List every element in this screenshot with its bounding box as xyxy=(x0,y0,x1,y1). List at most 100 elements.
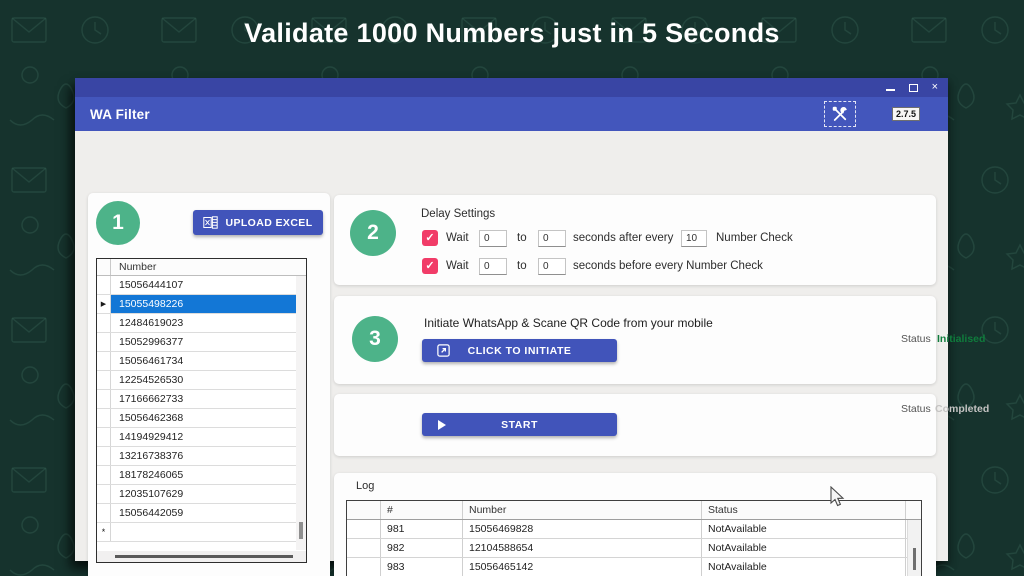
number-row[interactable]: 12484619023 xyxy=(97,314,306,333)
log-row-header-cell[interactable] xyxy=(347,520,381,538)
log-col-number[interactable]: Number xyxy=(463,501,702,519)
vscroll-thumb[interactable] xyxy=(299,522,303,539)
number-row[interactable]: 13216738376 xyxy=(97,447,306,466)
settings-tools-button[interactable] xyxy=(824,101,856,127)
number-row[interactable]: 12254526530 xyxy=(97,371,306,390)
delay-before-to-input[interactable] xyxy=(538,258,566,275)
row-header-cell[interactable] xyxy=(97,333,111,351)
row-header-cell[interactable] xyxy=(97,504,111,522)
number-row[interactable]: 15056462368 xyxy=(97,409,306,428)
mouse-cursor xyxy=(830,486,846,508)
number-row[interactable]: 12035107629 xyxy=(97,485,306,504)
number-row[interactable]: 15056461734 xyxy=(97,352,306,371)
minimize-icon[interactable] xyxy=(886,89,895,91)
log-vscrollbar[interactable] xyxy=(907,520,921,576)
number-cell[interactable]: 12484619023 xyxy=(111,314,296,332)
log-col-status[interactable]: Status xyxy=(702,501,906,519)
start-card: START Status Completed xyxy=(334,394,936,456)
start-button[interactable]: START xyxy=(422,413,617,436)
row-header-cell[interactable]: ▶ xyxy=(97,295,111,313)
number-cell[interactable]: 17166662733 xyxy=(111,390,296,408)
number-cell[interactable]: 18178246065 xyxy=(111,466,296,484)
number-cell[interactable]: 15056444107 xyxy=(111,276,296,294)
log-row[interactable]: 98315056465142NotAvailable xyxy=(347,558,921,576)
new-row-cell[interactable] xyxy=(111,523,296,541)
log-cell[interactable]: 15056465142 xyxy=(463,558,702,576)
number-row[interactable]: ▶15055498226 xyxy=(97,295,306,314)
log-cell[interactable]: NotAvailable xyxy=(702,558,906,576)
new-row-marker: * xyxy=(97,523,111,541)
number-row[interactable]: 15056444107 xyxy=(97,276,306,295)
row-header-cell[interactable] xyxy=(97,314,111,332)
upload-excel-button[interactable]: UPLOAD EXCEL xyxy=(193,210,323,235)
hscroll-thumb[interactable] xyxy=(115,555,293,558)
row-header-cell[interactable] xyxy=(97,371,111,389)
wait-after-checkbox[interactable]: ✓ xyxy=(422,230,438,246)
row-header-cell[interactable] xyxy=(97,447,111,465)
log-cell[interactable]: 981 xyxy=(381,520,463,538)
number-cell[interactable]: 15052996377 xyxy=(111,333,296,351)
log-cell[interactable]: 15056469828 xyxy=(463,520,702,538)
number-row[interactable]: 17166662733 xyxy=(97,390,306,409)
upload-excel-label: UPLOAD EXCEL xyxy=(225,217,312,229)
number-cell[interactable]: 12035107629 xyxy=(111,485,296,503)
log-cell[interactable]: 983 xyxy=(381,558,463,576)
row-header-cell[interactable] xyxy=(97,428,111,446)
initiate-status-label: Status xyxy=(901,333,931,345)
number-row[interactable]: 14194929412 xyxy=(97,428,306,447)
log-row-header-cell[interactable] xyxy=(347,539,381,557)
number-row[interactable]: 18178246065 xyxy=(97,466,306,485)
number-check-count-input[interactable] xyxy=(681,230,707,247)
row-header-cell[interactable] xyxy=(97,276,111,294)
numbers-grid[interactable]: Number 15056444107▶150554982261248461902… xyxy=(96,258,307,563)
initiate-status-value: Initialised xyxy=(937,333,985,345)
log-cell[interactable]: NotAvailable xyxy=(702,520,906,538)
log-col-num[interactable]: # xyxy=(381,501,463,519)
step-1-badge: 1 xyxy=(96,201,140,245)
wait-before-label: Wait xyxy=(446,260,469,272)
check-icon: ✓ xyxy=(425,260,434,272)
app-toolbar: WA Filter 2.7.5 xyxy=(75,97,948,131)
delay-settings-card: 2 Delay Settings ✓ Wait to seconds after… xyxy=(334,195,936,285)
delay-before-from-input[interactable] xyxy=(479,258,507,275)
log-table[interactable]: # Number Status 98115056469828NotAvailab… xyxy=(346,500,922,576)
log-cell[interactable]: NotAvailable xyxy=(702,539,906,557)
delay-after-to-input[interactable] xyxy=(538,230,566,247)
start-status-value: Completed xyxy=(935,403,989,415)
log-row[interactable]: 98212104588654NotAvailable xyxy=(347,539,921,558)
log-row-header-cell[interactable] xyxy=(347,558,381,576)
row-header-cell[interactable] xyxy=(97,352,111,370)
number-row[interactable]: 15052996377 xyxy=(97,333,306,352)
number-cell[interactable]: 14194929412 xyxy=(111,428,296,446)
log-cell[interactable]: 12104588654 xyxy=(463,539,702,557)
number-cell[interactable]: 13216738376 xyxy=(111,447,296,465)
start-status-label: Status xyxy=(901,403,931,415)
row-header-cell[interactable] xyxy=(97,390,111,408)
row-header-cell[interactable] xyxy=(97,466,111,484)
numbers-grid-hscrollbar[interactable] xyxy=(97,551,306,562)
log-table-body: 98115056469828NotAvailable98212104588654… xyxy=(347,520,921,576)
maximize-icon[interactable] xyxy=(909,84,918,92)
number-row[interactable]: 15056442059 xyxy=(97,504,306,523)
log-cell[interactable]: 982 xyxy=(381,539,463,557)
window-control-strip: × xyxy=(75,78,948,97)
delay-after-from-input[interactable] xyxy=(479,230,507,247)
page-title: Validate 1000 Numbers just in 5 Seconds xyxy=(0,18,1024,49)
row-header-cell[interactable] xyxy=(97,485,111,503)
number-cell[interactable]: 15056461734 xyxy=(111,352,296,370)
number-cell[interactable]: 12254526530 xyxy=(111,371,296,389)
wait-after-label: Wait xyxy=(446,232,469,244)
log-row[interactable]: 98115056469828NotAvailable xyxy=(347,520,921,539)
new-row[interactable]: * xyxy=(97,523,306,542)
numbers-grid-vscrollbar[interactable] xyxy=(296,276,306,550)
number-cell[interactable]: 15055498226 xyxy=(111,295,296,313)
log-vscroll-thumb[interactable] xyxy=(913,548,916,570)
row-header-cell[interactable] xyxy=(97,409,111,427)
click-to-initiate-button[interactable]: CLICK TO INITIATE xyxy=(422,339,617,362)
wait-before-checkbox[interactable]: ✓ xyxy=(422,258,438,274)
number-column-header[interactable]: Number xyxy=(111,259,306,275)
app-title: WA Filter xyxy=(90,107,150,122)
close-icon[interactable]: × xyxy=(932,82,938,93)
number-cell[interactable]: 15056462368 xyxy=(111,409,296,427)
number-cell[interactable]: 15056442059 xyxy=(111,504,296,522)
